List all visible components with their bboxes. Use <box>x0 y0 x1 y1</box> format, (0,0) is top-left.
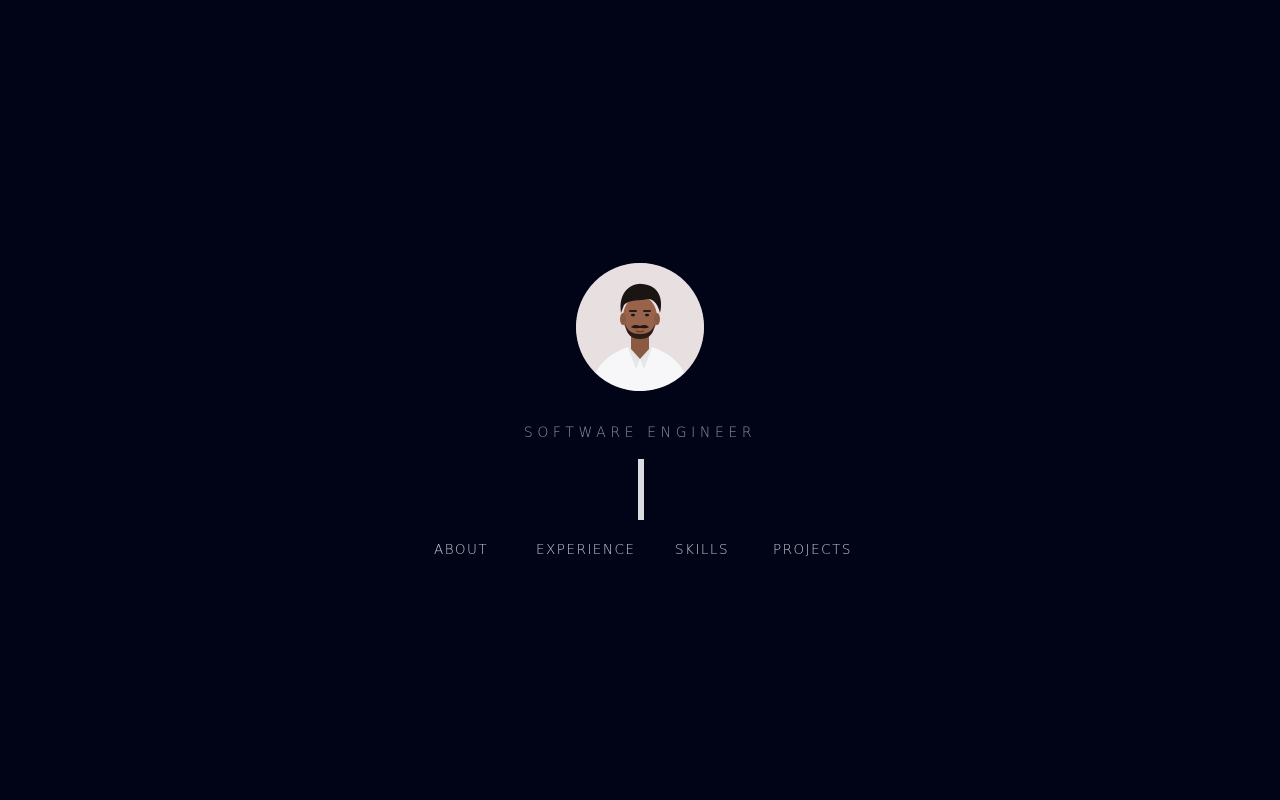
profile-avatar <box>576 263 704 391</box>
main-nav: ABOUT EXPERIENCE SKILLS PROJECTS <box>0 541 1280 561</box>
job-title: SOFTWARE ENGINEER <box>523 425 757 441</box>
nav-link-skills[interactable]: SKILLS <box>675 541 729 559</box>
typing-cursor <box>638 459 644 520</box>
profile-photo <box>576 263 704 391</box>
nav-link-about[interactable]: ABOUT <box>434 541 488 559</box>
nav-link-projects[interactable]: PROJECTS <box>773 541 852 559</box>
nav-link-experience[interactable]: EXPERIENCE <box>536 541 635 559</box>
